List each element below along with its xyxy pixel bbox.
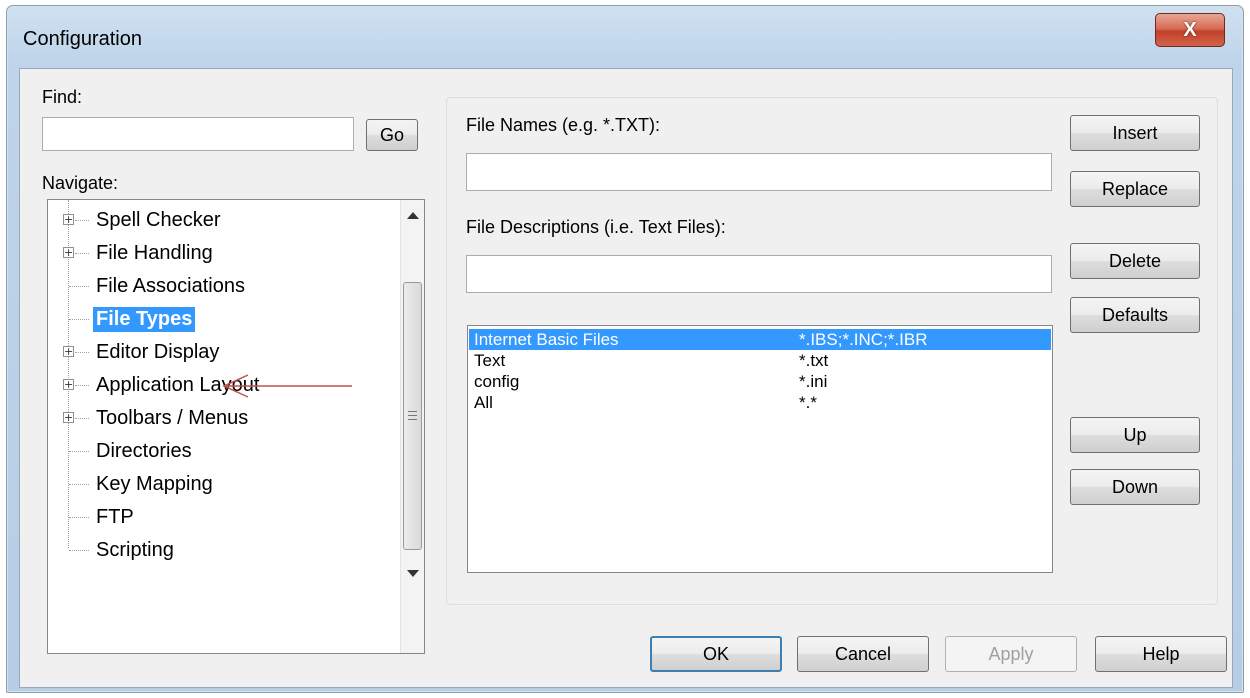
ok-button[interactable]: OK: [650, 636, 782, 672]
go-button[interactable]: Go: [366, 119, 418, 151]
tree-item-label: Toolbars / Menus: [96, 407, 249, 429]
tree-item-file-types[interactable]: File Types: [48, 304, 388, 334]
down-button[interactable]: Down: [1070, 469, 1200, 505]
tree-item-spell-checker[interactable]: + Spell Checker: [48, 205, 388, 235]
tree-item-scripting[interactable]: Scripting: [48, 535, 388, 565]
list-item[interactable]: All *.*: [469, 392, 1051, 413]
expand-icon[interactable]: +: [63, 379, 74, 390]
help-button[interactable]: Help: [1095, 636, 1227, 672]
replace-button[interactable]: Replace: [1070, 171, 1200, 207]
list-item[interactable]: config *.ini: [469, 371, 1051, 392]
scroll-down-arrow-icon[interactable]: [407, 570, 419, 577]
apply-button[interactable]: Apply: [945, 636, 1077, 672]
file-names-label: File Names (e.g. *.TXT):: [466, 115, 661, 135]
dialog-client-area: Find: Go Navigate: + Spell Checker + Fil…: [19, 68, 1233, 688]
tree-item-label: Directories: [96, 440, 192, 462]
up-button[interactable]: Up: [1070, 417, 1200, 453]
cancel-button[interactable]: Cancel: [797, 636, 929, 672]
expand-icon[interactable]: +: [63, 214, 74, 225]
grip-line: [408, 411, 417, 412]
defaults-button[interactable]: Defaults: [1070, 297, 1200, 333]
file-descriptions-input[interactable]: [466, 255, 1052, 293]
tree-scrollbar[interactable]: [400, 200, 424, 653]
file-descriptions-label: File Descriptions (i.e. Text Files):: [466, 217, 726, 237]
list-item[interactable]: Text *.txt: [469, 350, 1051, 371]
tree-item-label: FTP: [96, 506, 134, 528]
file-types-list[interactable]: Internet Basic Files *.IBS;*.INC;*.IBR T…: [467, 325, 1053, 573]
expand-icon[interactable]: +: [63, 412, 74, 423]
tree-item-file-handling[interactable]: + File Handling: [48, 238, 388, 268]
tree-item-toolbars-menus[interactable]: + Toolbars / Menus: [48, 403, 388, 433]
scrollbar-thumb[interactable]: [403, 282, 422, 550]
scroll-up-arrow-icon[interactable]: [407, 212, 419, 219]
expand-icon[interactable]: +: [63, 247, 74, 258]
configuration-window: Configuration X Find: Go Navigate: + Spe…: [6, 5, 1244, 693]
find-label: Find:: [42, 87, 83, 107]
window-title: Configuration: [23, 28, 142, 50]
navigate-tree[interactable]: + Spell Checker + File Handling File Ass…: [47, 199, 425, 654]
close-button[interactable]: X: [1155, 13, 1225, 47]
tree-item-file-associations[interactable]: File Associations: [48, 271, 388, 301]
tree-item-label: File Associations: [96, 275, 245, 297]
tree-item-label-selected: File Types: [93, 307, 196, 332]
tree-item-ftp[interactable]: FTP: [48, 502, 388, 532]
tree-item-editor-display[interactable]: + Editor Display: [48, 337, 388, 367]
annotation-arrow-icon: [222, 374, 352, 398]
tree-item-label: Spell Checker: [96, 209, 221, 231]
tree-item-label: Editor Display: [96, 341, 220, 363]
insert-button[interactable]: Insert: [1070, 115, 1200, 151]
file-names-input[interactable]: [466, 153, 1052, 191]
tree-item-label: File Handling: [96, 242, 213, 264]
list-item[interactable]: Internet Basic Files *.IBS;*.INC;*.IBR: [469, 329, 1051, 350]
navigate-label: Navigate:: [42, 173, 119, 193]
delete-button[interactable]: Delete: [1070, 243, 1200, 279]
grip-line: [408, 415, 417, 416]
tree-item-directories[interactable]: Directories: [48, 436, 388, 466]
grip-line: [408, 419, 417, 420]
find-input[interactable]: [42, 117, 354, 151]
tree-item-label: Key Mapping: [96, 473, 213, 495]
tree-item-key-mapping[interactable]: Key Mapping: [48, 469, 388, 499]
expand-icon[interactable]: +: [63, 346, 74, 357]
tree-item-label: Scripting: [96, 539, 174, 561]
